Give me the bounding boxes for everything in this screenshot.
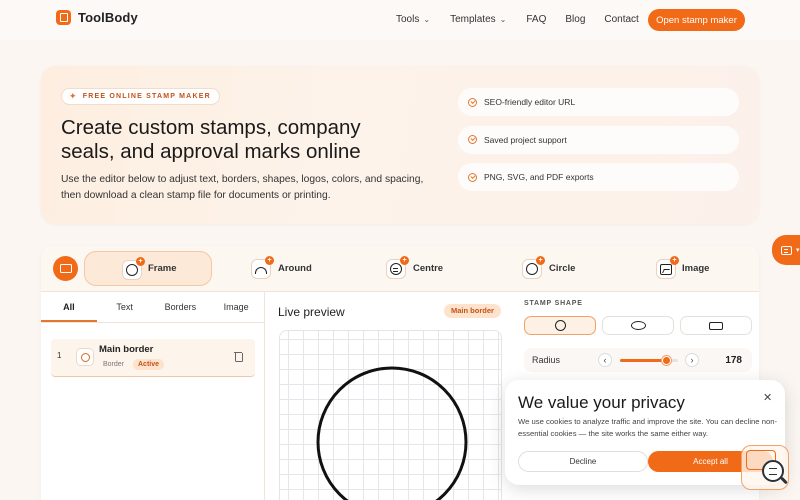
tab-image[interactable]: Image [208,292,264,322]
plus-badge-icon: + [670,256,679,265]
nav-link-tools[interactable]: Tools ⌄ [396,14,430,25]
radius-value: 178 [725,354,742,366]
nav-link-contact[interactable]: Contact [604,14,638,25]
radius-control: Radius ‹ › 178 [524,348,752,372]
caret-down-icon: ▾ [796,247,800,254]
stamp-shape-label: STAMP SHAPE [524,300,583,307]
preview-title: Live preview [278,305,345,319]
plus-badge-icon: + [265,256,274,265]
layer-filter-tabs: All Text Borders Image [41,292,264,323]
tab-text[interactable]: Text [97,292,153,322]
shape-circle-button[interactable] [524,316,596,335]
open-stamp-maker-button[interactable]: Open stamp maker [648,9,745,31]
sparkle-icon: ✦ [69,91,78,101]
check-circle-icon [468,172,477,182]
open-project-button[interactable] [53,256,78,281]
layer-type: Border [103,361,125,368]
radius-label: Radius [532,355,561,365]
oval-shape-icon [630,321,646,330]
shape-rectangle-button[interactable] [680,316,752,335]
shape-oval-button[interactable] [602,316,674,335]
nav-links: Tools ⌄ Templates ⌄ FAQ Blog Contact [396,14,639,25]
page-title: Create custom stamps, company seals, and… [61,116,361,163]
cookie-text: We use cookies to analyze traffic and im… [518,417,778,438]
check-circle-icon [468,135,477,144]
tool-tabbar: + Frame + Around + Centre + Circle + Ima… [41,246,759,292]
chevron-down-icon: ⌄ [499,15,507,24]
feature-item: PNG, SVG, and PDF exports [458,163,739,191]
image-icon: + [656,256,679,279]
slider-fill [620,358,667,362]
trash-icon[interactable] [234,351,244,363]
radius-slider[interactable] [620,355,678,365]
tab-borders[interactable]: Borders [153,292,209,322]
feature-item: Saved project support [458,125,739,154]
hero-section: ✦ FREE ONLINE STAMP MAKER Create custom … [41,66,759,224]
circle-shape-icon [554,320,566,331]
layer-name: Main border [99,344,154,355]
stamp-canvas[interactable] [279,330,502,500]
stamp-logo-icon [56,10,71,25]
status-badge: Active [133,359,165,370]
tool-tab-image[interactable]: + Image [619,251,747,286]
increase-radius-button[interactable]: › [685,353,699,367]
feedback-tab[interactable]: ▾ [772,235,800,265]
hero-description: Use the editor below to adjust text, bor… [61,174,424,201]
plus-badge-icon: + [536,256,545,265]
preview-panel: Live preview Main border [266,292,511,500]
stamp-main-border[interactable] [316,366,468,500]
layers-panel: All Text Borders Image 1 Main border Bor… [41,292,265,500]
check-circle-icon [468,97,477,107]
feature-list: SEO-friendly editor URL Saved project su… [458,88,739,201]
support-widget[interactable] [741,445,789,490]
chevron-down-icon: ⌄ [423,15,431,24]
around-icon: + [251,256,274,279]
hero-badge: ✦ FREE ONLINE STAMP MAKER [61,88,220,105]
brand-name: ToolBody [78,10,138,25]
message-icon [781,245,792,255]
decrease-radius-button[interactable]: ‹ [598,353,612,367]
feature-item: SEO-friendly editor URL [458,88,739,116]
layer-index: 1 [57,351,62,360]
selected-layer-chip: Main border [444,304,501,318]
close-icon[interactable]: ✕ [763,391,772,404]
rectangle-shape-icon [709,321,723,330]
tool-tab-frame[interactable]: + Frame [84,251,212,286]
top-navigation: ToolBody Tools ⌄ Templates ⌄ FAQ Blog Cont… [0,0,800,40]
tab-all[interactable]: All [41,292,97,322]
slider-handle[interactable] [661,355,671,365]
border-circle-icon [76,348,94,366]
stamp-preview-svg [316,366,468,500]
layer-item[interactable]: 1 Main border Border Active [51,339,255,377]
tool-tab-centre[interactable]: + Centre [349,251,477,286]
cookie-title: We value your privacy [518,393,685,412]
plus-badge-icon: + [136,257,145,266]
brand-logo[interactable]: ToolBody [56,10,138,25]
tool-tab-around[interactable]: + Around [214,251,342,286]
frame-icon: + [122,257,145,280]
centre-icon: + [386,256,409,279]
decline-cookies-button[interactable]: Decline [518,451,648,472]
tool-tab-circle[interactable]: + Circle [485,251,613,286]
nav-link-faq[interactable]: FAQ [526,14,546,25]
nav-link-templates[interactable]: Templates ⌄ [450,14,506,25]
circle-icon: + [522,256,545,279]
plus-badge-icon: + [400,256,409,265]
nav-link-blog[interactable]: Blog [565,14,585,25]
